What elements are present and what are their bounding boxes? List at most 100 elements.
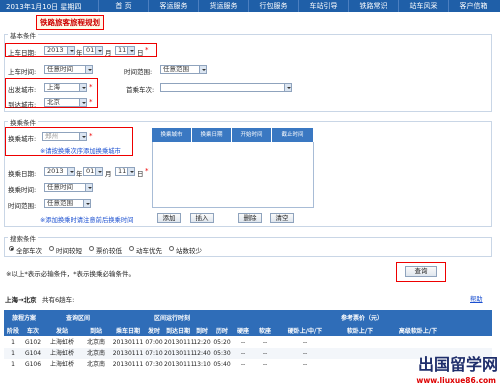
cell-price: --: [262, 339, 268, 346]
chevron-down-icon: [79, 133, 86, 140]
chevron-down-icon: [95, 168, 102, 175]
radio-fewer-stops[interactable]: [169, 246, 174, 251]
to-city-label: 到达城市:: [8, 101, 37, 109]
nav-mailbox[interactable]: 客户信箱: [448, 0, 498, 12]
current-date: 2013年1月10日 星期四: [6, 3, 82, 11]
transfer-conditions-title: 换乘条件: [8, 117, 38, 127]
main-nav: 首 页 客运服务 货运服务 行包服务 车站引导 铁路常识 站车风采 客户信箱: [98, 0, 498, 12]
from-city-select[interactable]: 上海: [44, 83, 87, 92]
cell-arr: 13:10: [193, 361, 211, 368]
transfer-day-select[interactable]: 11: [115, 167, 135, 176]
option-fewer-stops: 站数较少: [176, 247, 202, 255]
radio-lower-price[interactable]: [89, 246, 94, 251]
preferred-train-select[interactable]: [160, 83, 292, 92]
cell-train: G102: [24, 339, 42, 346]
cell-arr: 12:20: [193, 339, 211, 346]
help-link[interactable]: 帮助: [470, 294, 483, 303]
chevron-down-icon: [67, 47, 74, 54]
insert-transfer-button[interactable]: 插入: [190, 213, 214, 223]
chevron-down-icon: [79, 84, 86, 91]
radio-all-trains[interactable]: [9, 246, 14, 251]
chevron-down-icon: [85, 184, 92, 191]
transfer-add-hint: ※添加换乘时请注意前后换乘时间: [40, 217, 134, 224]
col-soft-seat: 软座: [258, 328, 271, 335]
nav-freight[interactable]: 货运服务: [198, 0, 248, 12]
cell-train: G106: [24, 361, 42, 368]
transfer-month-select[interactable]: 01: [83, 167, 103, 176]
watermark-logo: 出国留学网: [417, 355, 498, 374]
watermark-url: www.liuxue86.com: [416, 376, 496, 385]
cell-from: 上海虹桥: [49, 350, 74, 357]
option-lower-price: 票价较低: [96, 247, 122, 255]
col-to: 到站: [89, 328, 102, 335]
chevron-down-icon: [67, 168, 74, 175]
cell-price: --: [302, 361, 308, 368]
col-from: 发站: [55, 328, 68, 335]
col-date: 乘车日期: [115, 328, 140, 335]
transfer-time-label: 换乘时间:: [8, 186, 37, 194]
board-time-select[interactable]: 任意时间: [44, 65, 93, 74]
nav-station-style[interactable]: 站车风采: [398, 0, 448, 12]
cell-dur: 05:20: [213, 339, 231, 346]
year-unit: 年: [76, 170, 83, 178]
hdr-query-section: 查询区间: [65, 315, 90, 322]
page-title: 铁路旅客旅程规划: [36, 15, 104, 30]
hdr-plan: 旅程方案: [11, 315, 36, 322]
transfer-time-select[interactable]: 任意时间: [44, 183, 93, 192]
depart-year-select[interactable]: 2013: [44, 46, 75, 55]
cell-dep: 07:30: [145, 361, 163, 368]
required-star: *: [145, 167, 149, 175]
depart-day-select[interactable]: 11: [115, 46, 135, 55]
transfer-col-start: 开始时间: [232, 128, 272, 142]
radio-emu-first[interactable]: [129, 246, 134, 251]
transfer-order-hint: ※请按换乘次序添加换乘城市: [40, 148, 121, 155]
nav-passenger[interactable]: 客运服务: [148, 0, 198, 12]
cell-dur: 05:40: [213, 361, 231, 368]
cell-price: --: [240, 361, 246, 368]
cell-dep: 07:00: [145, 339, 163, 346]
add-transfer-button[interactable]: 添加: [157, 213, 181, 223]
required-note: ※以上*表示必输条件，*表示换乘必输条件。: [6, 270, 135, 278]
day-unit: 日: [137, 49, 144, 57]
transfer-list: [152, 142, 314, 208]
time-range-label: 时间范围:: [124, 68, 153, 76]
transfer-year-select[interactable]: 2013: [44, 167, 75, 176]
chevron-down-icon: [127, 47, 134, 54]
cell-to: 北京南: [86, 350, 105, 357]
nav-railway-knowledge[interactable]: 铁路常识: [348, 0, 398, 12]
cell-price: --: [240, 350, 246, 357]
nav-station-guide[interactable]: 车站引导: [298, 0, 348, 12]
chevron-down-icon: [127, 168, 134, 175]
month-unit: 月: [105, 49, 112, 57]
query-button[interactable]: 查询: [405, 266, 437, 277]
transfer-city-select[interactable]: 郑州: [42, 132, 87, 141]
depart-month-select[interactable]: 01: [83, 46, 103, 55]
cell-from: 上海虹桥: [49, 361, 74, 368]
cell-stage: 1: [11, 350, 15, 357]
radio-shorter-time[interactable]: [49, 246, 54, 251]
transfer-range-select[interactable]: 任意范围: [44, 199, 91, 208]
col-dep: 发时: [147, 328, 160, 335]
search-conditions-title: 搜索条件: [8, 233, 38, 243]
cell-price: --: [262, 350, 268, 357]
delete-transfer-button[interactable]: 删除: [238, 213, 262, 223]
time-range-select[interactable]: 任意范围: [160, 65, 207, 74]
clear-transfer-button[interactable]: 清空: [270, 213, 294, 223]
col-hard-sleeper: 硬卧上/中/下: [287, 328, 323, 335]
col-stage: 阶段: [6, 328, 19, 335]
col-train: 车次: [26, 328, 39, 335]
cell-from: 上海虹桥: [49, 339, 74, 346]
table-row[interactable]: 1 G102 上海虹桥 北京南 20130111 07:00 20130111 …: [4, 337, 492, 348]
cell-price: --: [240, 339, 246, 346]
hdr-ref-price: 参考票价（元）: [340, 315, 383, 322]
cell-to: 北京南: [86, 361, 105, 368]
nav-luggage[interactable]: 行包服务: [248, 0, 298, 12]
nav-home[interactable]: 首 页: [98, 0, 148, 12]
col-soft-sleeper: 软卧上/下: [346, 328, 374, 335]
chevron-down-icon: [83, 200, 90, 207]
preferred-train-label: 首乘车次:: [126, 86, 155, 94]
option-all-trains: 全部车次: [16, 247, 42, 255]
year-unit: 年: [76, 49, 83, 57]
to-city-select[interactable]: 北京: [44, 98, 87, 107]
required-star: *: [89, 98, 93, 106]
